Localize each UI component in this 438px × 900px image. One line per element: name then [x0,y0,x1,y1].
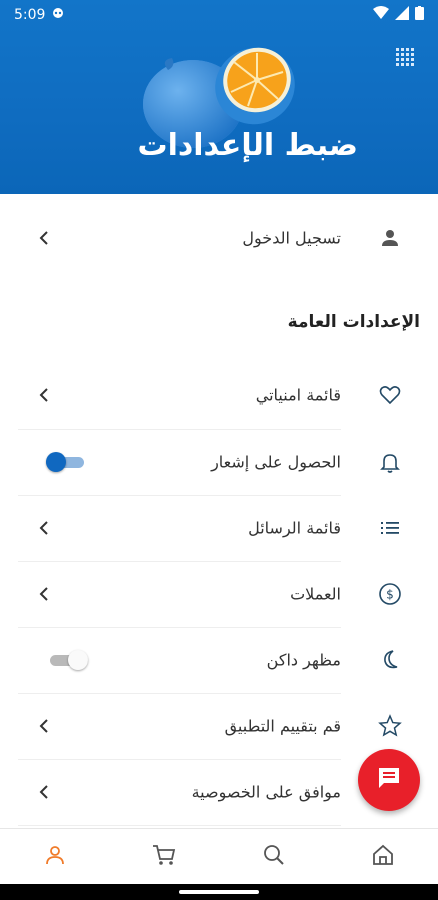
nav-profile[interactable] [35,837,75,877]
privacy-label: موافق على الخصوصية [191,782,341,802]
dollar-icon: $ [378,582,402,606]
notifications-row: الحصول على إشعار [0,429,438,495]
currencies-label: العملات [290,584,341,604]
messages-label: قائمة الرسائل [248,518,341,538]
chat-button[interactable] [358,749,420,811]
person-icon [44,844,66,870]
heart-icon [378,383,402,407]
star-icon [378,714,402,738]
battery-icon [415,6,424,24]
list-icon [378,516,402,540]
notifications-toggle[interactable] [46,452,86,472]
currencies-row[interactable]: $ العملات [0,561,438,627]
wishlist-row[interactable]: قائمة امنياتي [0,362,438,428]
chevron-left-icon [36,784,52,800]
status-bar: 5:09 [0,0,438,30]
chevron-left-icon [36,520,52,536]
messages-row[interactable]: قائمة الرسائل [0,495,438,561]
login-label: تسجيل الدخول [242,228,341,248]
cart-icon [152,844,176,870]
moon-icon [378,648,402,672]
chevron-left-icon [36,718,52,734]
dark-mode-row: مظهر داكن [0,627,438,693]
bottom-navigation [0,828,438,885]
bell-icon [378,450,402,474]
chevron-left-icon [36,586,52,602]
rate-app-row[interactable]: قم بتقييم التطبيق [0,693,438,759]
nav-search[interactable] [254,837,294,877]
search-icon [263,844,285,870]
dark-mode-label: مظهر داكن [266,650,341,670]
divider [18,825,341,826]
person-icon [378,226,402,250]
nav-home[interactable] [363,837,403,877]
chat-icon [376,765,402,795]
notifications-label: الحصول على إشعار [211,452,341,472]
wishlist-label: قائمة امنياتي [255,385,341,405]
section-title: الإعدادات العامة [287,312,420,332]
dark-mode-toggle[interactable] [46,650,88,670]
chevron-left-icon [36,387,52,403]
page-title: ضبط الإعدادات [137,128,358,163]
home-gesture-handle[interactable] [179,890,259,894]
nav-cart[interactable] [144,837,184,877]
chevron-left-icon [36,230,52,246]
grid-icon[interactable] [396,48,416,68]
svg-text:$: $ [386,588,394,602]
signal-icon [395,6,409,24]
home-icon [372,844,394,870]
login-row[interactable]: تسجيل الدخول [0,205,438,271]
status-time: 5:09 [14,7,46,23]
rate-app-label: قم بتقييم التطبيق [224,716,341,736]
notification-icon [51,7,65,23]
wifi-icon [373,6,389,24]
